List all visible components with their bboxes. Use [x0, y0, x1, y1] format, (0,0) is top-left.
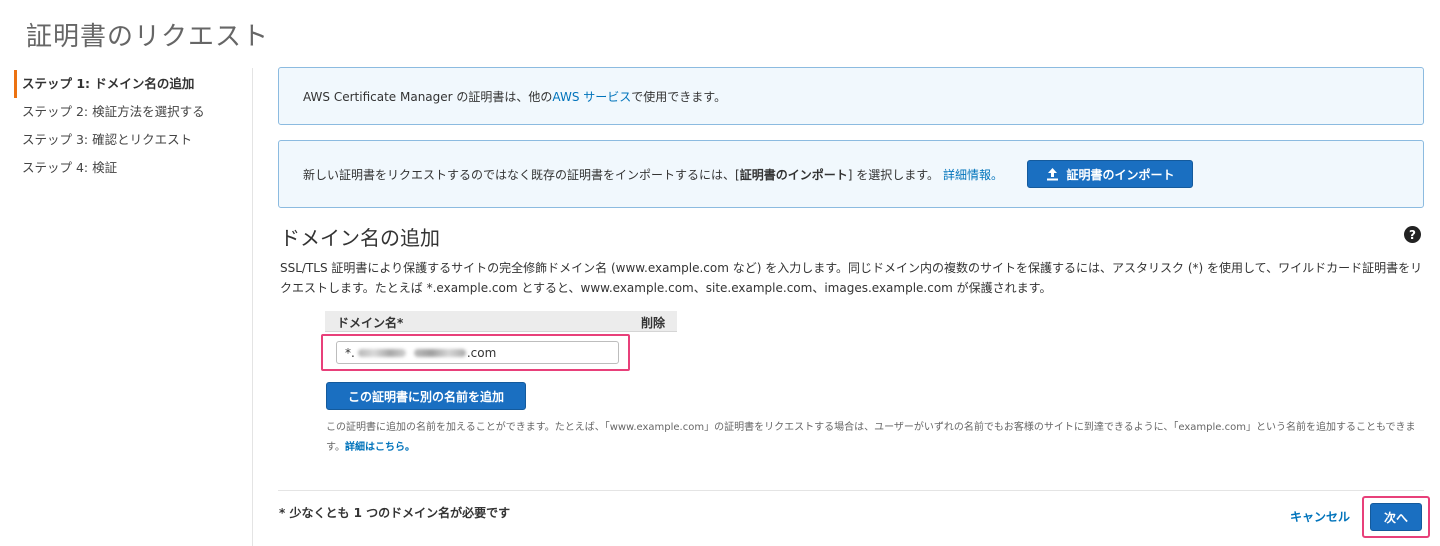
next-button[interactable]: 次へ — [1370, 503, 1422, 531]
upload-icon — [1046, 167, 1058, 180]
section-description: SSL/TLS 証明書により保護するサイトの完全修飾ドメイン名 (www.exa… — [280, 261, 1423, 295]
step-1-add-domain[interactable]: ステップ 1: ドメイン名の追加 — [14, 70, 252, 98]
step-2-select-validation[interactable]: ステップ 2: 検証方法を選択する — [14, 98, 252, 126]
info2-text-after: ] を選択します。 — [847, 167, 939, 182]
footer-divider — [278, 490, 1424, 491]
aws-services-link[interactable]: AWS サービス — [552, 88, 631, 105]
step-4-validation[interactable]: ステップ 4: 検証 — [14, 154, 252, 182]
page-title: 証明書のリクエスト — [26, 22, 270, 52]
info-box-aws-services: AWS Certificate Manager の証明書は、他の AWS サービ… — [278, 67, 1424, 125]
help-icon[interactable]: ? — [1404, 226, 1421, 243]
domain-table-header: ドメイン名* 削除 — [325, 311, 677, 332]
required-footnote: * 少なくとも 1 つのドメイン名が必要です — [279, 506, 511, 520]
sidebar-divider — [252, 68, 253, 546]
cancel-link[interactable]: キャンセル — [1290, 508, 1350, 525]
delete-column-header: 削除 — [641, 316, 666, 330]
domain-column-header: ドメイン名* — [337, 316, 404, 330]
redacted-text — [413, 348, 466, 357]
domain-prefix: *. — [345, 345, 355, 360]
add-another-name-button[interactable]: この証明書に別の名前を追加 — [326, 382, 526, 410]
import-certificate-label: 証明書のインポート — [1066, 167, 1175, 182]
info-box-import: 新しい証明書をリクエストするのではなく既存の証明書をインポートするには、[証明書… — [278, 140, 1424, 208]
domain-suffix: .com — [466, 345, 497, 360]
note-text: この証明書に追加の名前を加えることができます。たとえば、「www.example… — [326, 422, 1416, 453]
info2-bold: 証明書のインポート — [739, 167, 848, 182]
note-learn-more-link[interactable]: 詳細はこちら。 — [345, 442, 415, 453]
additional-names-note: この証明書に追加の名前を加えることができます。たとえば、「www.example… — [326, 418, 1426, 458]
import-certificate-button[interactable]: 証明書のインポート — [1027, 160, 1194, 188]
step-navigation: ステップ 1: ドメイン名の追加 ステップ 2: 検証方法を選択する ステップ … — [14, 70, 252, 182]
redacted-text — [357, 348, 406, 357]
info2-text: 新しい証明書をリクエストするのではなく既存の証明書をインポートするには、[ — [303, 167, 740, 182]
learn-more-link[interactable]: 詳細情報。 — [943, 166, 1003, 183]
info1-text-after: で使用できます。 — [631, 89, 727, 104]
domain-name-input[interactable]: *. .com — [336, 341, 619, 364]
info1-text: AWS Certificate Manager の証明書は、他の — [303, 89, 553, 104]
section-title: ドメイン名の追加 — [280, 226, 440, 250]
step-3-review-request[interactable]: ステップ 3: 確認とリクエスト — [14, 126, 252, 154]
